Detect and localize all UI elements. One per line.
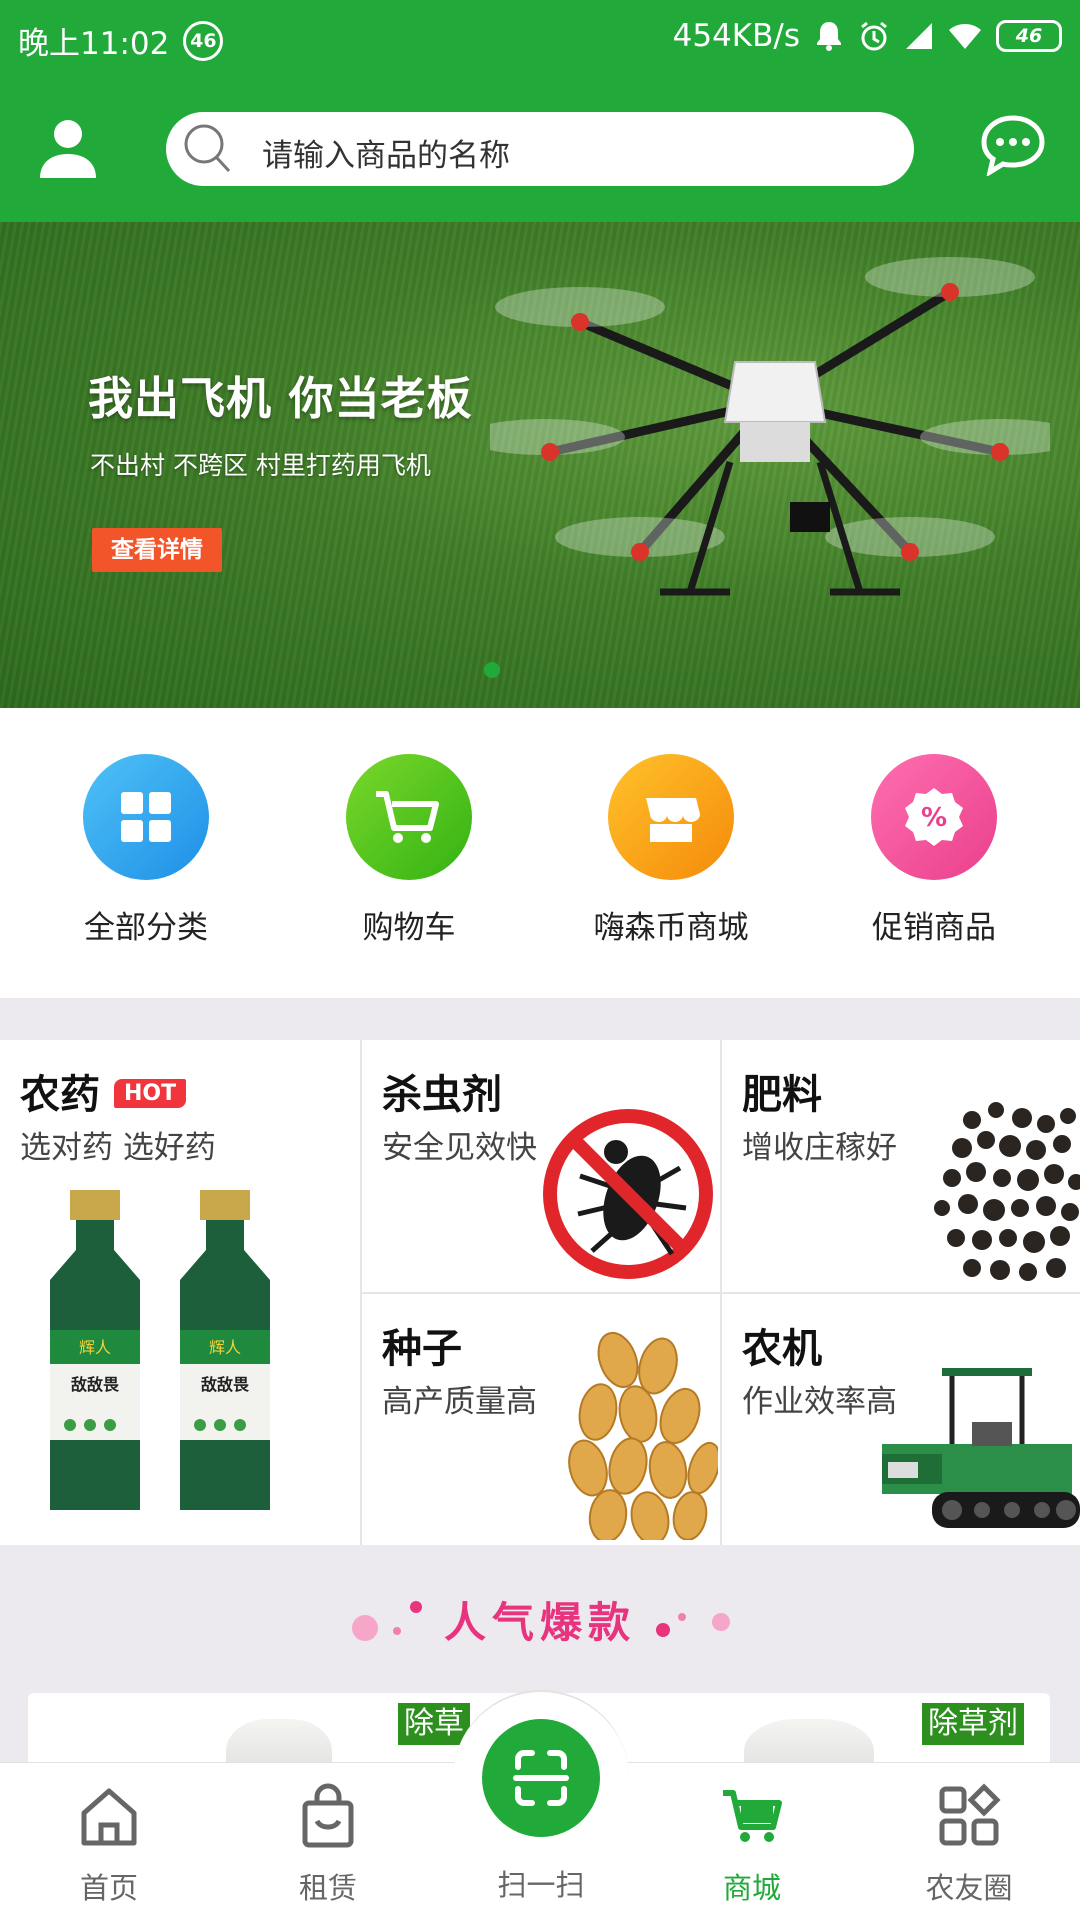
banner-detail-button[interactable]: 查看详情 xyxy=(92,528,222,572)
nav-rent[interactable]: 租赁 xyxy=(253,1783,403,1907)
cell-signal-icon xyxy=(906,23,932,49)
category-title: 种子 xyxy=(382,1326,462,1372)
svg-text:%: % xyxy=(921,803,947,833)
quick-nav-all-categories[interactable]: 全部分类 xyxy=(46,754,246,947)
category-pesticide[interactable]: 农药 HOT 选对药 选好药 辉人 敌敌畏 辉人 敌敌畏 xyxy=(0,1040,360,1545)
quick-nav-coin-mall[interactable]: 嗨森币商城 xyxy=(571,754,771,947)
bottle-brand-text: 辉人 xyxy=(79,1338,111,1357)
status-bar: 晚上11:02 46 454KB/s 46 xyxy=(0,0,1080,76)
nav-label: 租赁 xyxy=(298,1871,357,1905)
message-icon[interactable] xyxy=(980,114,1046,176)
apps-icon xyxy=(939,1783,1001,1846)
network-speed: 454KB/s xyxy=(672,18,800,54)
quick-nav-label: 嗨森币商城 xyxy=(593,910,749,946)
discount-icon: % xyxy=(871,754,997,880)
quick-nav-label: 促销商品 xyxy=(872,910,996,946)
status-time: 晚上11:02 xyxy=(18,26,170,62)
scan-icon xyxy=(513,1750,569,1806)
nav-mall[interactable]: 商城 xyxy=(677,1783,827,1907)
alarm-icon xyxy=(861,21,887,51)
app-screen: 晚上11:02 46 454KB/s 46 请输入商品的名称 我出飞机 你当老板… xyxy=(0,0,1080,1920)
shopping-bag-icon xyxy=(302,1783,354,1848)
battery-indicator: 46 xyxy=(996,20,1062,52)
category-fertilizer[interactable]: 肥料 增收庄稼好 xyxy=(722,1040,1080,1292)
category-subtitle: 选对药 选好药 xyxy=(20,1130,216,1166)
nav-label: 农友圈 xyxy=(925,1871,1013,1905)
user-profile-icon[interactable] xyxy=(36,116,100,180)
popular-title: 人气爆款 xyxy=(443,1598,636,1647)
wifi-icon xyxy=(949,24,981,49)
pesticide-bottles-image: 辉人 敌敌畏 辉人 敌敌畏 xyxy=(50,1190,270,1510)
banner-subtitle: 不出村 不跨区 村里打药用飞机 xyxy=(90,451,431,480)
grid-icon xyxy=(83,754,209,880)
nav-label: 首页 xyxy=(79,1871,138,1905)
network-badge: 46 xyxy=(183,20,224,61)
carousel-indicator[interactable] xyxy=(484,662,500,678)
category-insecticide[interactable]: 杀虫剂 安全见效快 xyxy=(362,1040,720,1292)
top-header: 请输入商品的名称 xyxy=(0,100,1080,200)
store-icon xyxy=(608,754,734,880)
category-title: 农药 HOT xyxy=(20,1062,187,1120)
promo-banner[interactable]: 我出飞机 你当老板 不出村 不跨区 村里打药用飞机 查看详情 xyxy=(0,222,1080,708)
bell-icon xyxy=(817,22,841,51)
banner-title: 我出飞机 你当老板 xyxy=(88,372,473,425)
wheat-seeds-image xyxy=(568,1331,718,1540)
product-tag-right: 除草剂 xyxy=(922,1703,1024,1745)
category-title-text: 农药 xyxy=(20,1072,100,1118)
bottle-name-text: 敌敌畏 xyxy=(71,1375,120,1394)
home-icon xyxy=(81,1788,137,1846)
category-title: 杀虫剂 xyxy=(382,1072,502,1118)
category-title: 肥料 xyxy=(742,1072,822,1118)
quick-nav-promotions[interactable]: % 促销商品 xyxy=(834,754,1034,947)
scan-label: 扫一扫 xyxy=(497,1868,585,1902)
category-machinery[interactable]: 农机 作业效率高 xyxy=(722,1294,1080,1545)
bottle-name-text: 敌敌畏 xyxy=(201,1375,250,1394)
no-bug-icon xyxy=(543,1109,713,1279)
hot-badge: HOT xyxy=(114,1079,187,1108)
scan-button[interactable] xyxy=(482,1719,600,1837)
search-input[interactable]: 请输入商品的名称 xyxy=(166,112,914,186)
quick-nav-label: 购物车 xyxy=(362,910,456,946)
tractor-image xyxy=(882,1368,1080,1528)
quick-nav: 全部分类 购物车 嗨森币商城 % 促销商品 xyxy=(0,708,1080,998)
nav-circle[interactable]: 农友圈 xyxy=(894,1783,1044,1907)
shopping-cart-icon xyxy=(723,1790,782,1842)
product-tag-left: 除草 xyxy=(398,1703,470,1745)
category-grid: 农药 HOT 选对药 选好药 辉人 敌敌畏 辉人 敌敌畏 杀虫剂 安全见效快 肥… xyxy=(0,1040,1080,1545)
category-seeds[interactable]: 种子 高产质量高 xyxy=(362,1294,720,1545)
bottle-brand-text: 辉人 xyxy=(209,1338,241,1357)
category-subtitle: 高产质量高 xyxy=(382,1384,537,1420)
quick-nav-label: 全部分类 xyxy=(84,910,208,946)
cart-icon xyxy=(346,754,472,880)
category-subtitle: 增收庄稼好 xyxy=(742,1130,897,1166)
nav-home[interactable]: 首页 xyxy=(34,1783,184,1907)
category-subtitle: 安全见效快 xyxy=(382,1130,537,1166)
nav-label: 商城 xyxy=(722,1871,781,1905)
fertilizer-pellets-image xyxy=(934,1102,1080,1281)
drone-image xyxy=(490,257,1050,596)
search-placeholder: 请输入商品的名称 xyxy=(262,138,510,174)
search-icon xyxy=(184,124,231,173)
category-title: 农机 xyxy=(742,1326,822,1372)
quick-nav-cart[interactable]: 购物车 xyxy=(309,754,509,947)
